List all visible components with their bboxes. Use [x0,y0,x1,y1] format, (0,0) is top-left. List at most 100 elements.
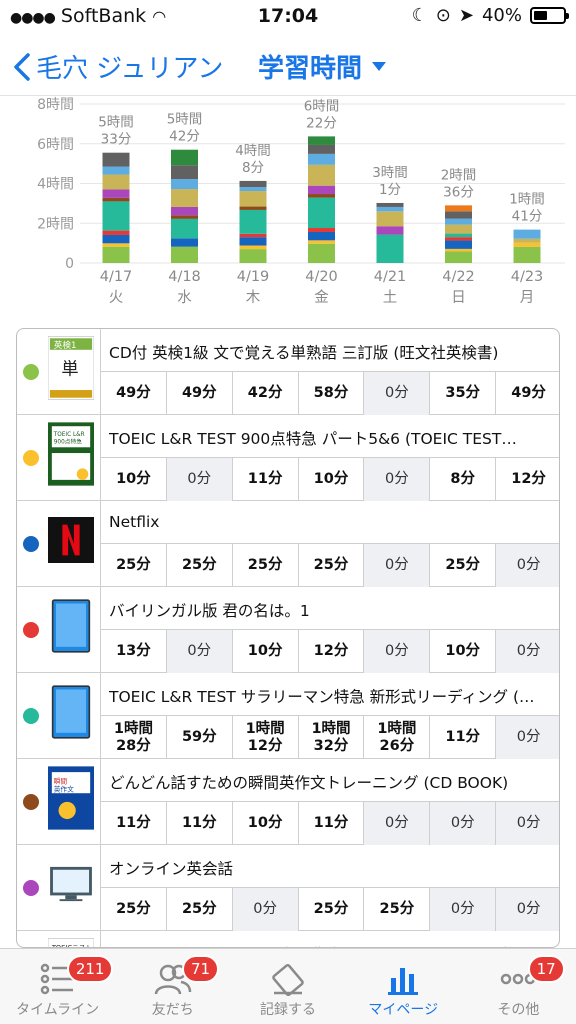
bar-segment [308,164,335,186]
material-title: どんどん話すための瞬間英作文トレーニング (CD BOOK) [109,774,509,792]
nav-bar: 毛穴 ジュリアン 学習時間 [0,34,576,96]
bar-segment [239,206,267,210]
bar-segment [376,211,404,227]
tab-label: その他 [497,1002,540,1018]
material-title: TOEIC L&R TEST 900点特急 パート5&6 (TOEIC TEST… [109,430,517,448]
y-tick-label: 6時間 [37,137,74,153]
bar-segment [239,233,267,238]
bar-segment [513,238,541,243]
bar-segment [171,206,198,216]
bar-segment [308,243,335,263]
bar-segment [171,189,198,207]
bar-segment [376,206,404,212]
material-item[interactable]: 瞬間 英作文 どんどん話すための瞬間英作文トレーニング (CD BOOK) 11分 11… [17,759,559,845]
material-thumb-column: 英検1 単 [17,329,101,415]
daily-time-cell: 8分 [430,458,497,501]
tab-label: 記録する [260,1002,316,1018]
back-button[interactable]: 毛穴 ジュリアン [12,48,223,85]
x-tick-weekday: 土 [383,289,398,306]
notification-badge: 211 [66,955,114,983]
tab-friends[interactable]: 友だち 71 [115,949,230,1024]
daily-time-cell: 0分 [496,888,559,931]
x-tick-date: 4/20 [305,269,338,285]
bar-segment [239,191,267,207]
bar-segment [239,249,267,263]
bar-segment [102,234,130,244]
x-tick-weekday: 日 [451,290,466,306]
x-tick-date: 4/18 [168,269,201,285]
bar-segment [445,251,472,263]
material-item[interactable]: TOEIC L&R TEST サラリーマン特急 新形式リーディング (… 1時間 … [17,673,559,759]
daily-time-cell: 11分 [167,802,233,845]
daily-time-cell: 49分 [101,372,167,415]
material-item[interactable]: 英検1 単 CD付 英検1級 文で覚える単熟語 三訂版 (旺文社英検書) 49分 49分… [17,329,559,415]
material-item[interactable]: バイリンガル版 君の名は。1 13分 0分 10分 12分 0分 10分 0分 [17,587,559,673]
daily-time-cell: 0分 [166,458,233,501]
record-icon [268,961,308,997]
chevron-left-icon [14,52,30,81]
tab-bar: タイムライン 211 友だち 71 記録する マイページ その他 17 [0,948,576,1024]
daily-time-cell: 1時間 12分 [233,716,299,759]
bar-segment [445,211,472,219]
period-selector[interactable]: 学習時間 [258,48,387,85]
tab-record[interactable]: 記録する [230,949,345,1024]
bar-segment [308,240,335,244]
daily-time-cell: 1時間 32分 [299,716,365,759]
bar-segment [171,165,198,180]
total-label-minutes: 41分 [512,209,543,225]
bar-segment [445,248,472,252]
bar-segment [445,233,472,238]
color-dot [23,622,39,638]
material-item[interactable]: TOEIC L&R 900点特急 TOEIC L&R TEST 900点特急 パート… [17,415,559,501]
bar-segment [239,187,267,192]
bar-segment [445,218,472,225]
total-label-minutes: 1分 [379,182,401,198]
total-label-hours: 3時間 [372,165,408,181]
material-item[interactable]: TOEICテストTOEIC(R)テスト 新形式精選模試 リスニング(CD-ROM… [17,931,559,947]
y-tick-label: 0 [65,256,74,272]
material-title: CD付 英検1級 文で覚える単熟語 三訂版 (旺文社英検書) [109,344,499,362]
total-label-hours: 1時間 [509,192,545,208]
monitor-icon [47,851,95,917]
caret-down-icon [372,62,387,71]
color-dot [23,794,39,810]
tab-label: 友だち [151,1002,194,1018]
daily-time-cell: 0分 [496,630,559,673]
x-tick-weekday: 金 [314,289,329,306]
daily-time-row: 49分 49分 42分 58分 0分 35分 49分 [101,371,559,415]
daily-time-cell: 49分 [511,385,546,401]
daily-time-cell: 11分 [299,802,365,845]
x-tick-date: 4/21 [374,269,407,285]
tab-mypage[interactable]: マイページ [346,949,461,1024]
material-item[interactable]: Netflix 25分 25分 25分 25分 0分 25分 0分 [17,501,559,587]
daily-time-cell: 11分 [430,716,497,759]
total-label-hours: 6時間 [304,98,340,114]
material-thumb-column [17,673,101,759]
daily-time-row: 13分 0分 10分 12分 0分 10分 0分 [101,629,559,673]
bar-segment [102,166,130,175]
total-label-minutes: 8分 [242,160,264,176]
y-tick-label: 2時間 [37,216,74,232]
material-title: Netflix [109,513,160,531]
daily-time-cell: 11分 [233,458,299,501]
material-item[interactable]: オンライン英会話 25分 25分 0分 25分 25分 0分 0分 [17,845,559,931]
tab-more[interactable]: その他 17 [461,949,576,1024]
material-thumb-column [17,587,101,673]
tab-timeline[interactable]: タイムライン 211 [0,949,115,1024]
mypage-icon [383,961,423,997]
bar-segment [102,174,130,190]
x-tick-weekday: 火 [109,290,124,306]
daily-time-cell: 25分 [167,544,233,587]
daily-time-row: 25分 25分 25分 25分 0分 25分 0分 [101,543,559,587]
material-thumb-column [17,501,101,587]
bar-segment [102,197,130,202]
bar-segment [239,209,267,234]
bar-segment [102,243,130,247]
bar-segment [308,185,335,195]
daily-time-cell: 10分 [233,802,299,845]
daily-time-cell: 0分 [364,458,431,501]
daily-time-cell: 1時間 26分 [364,716,431,759]
bar-segment [171,218,198,239]
total-label-minutes: 33分 [101,132,132,148]
daily-time-cell: 0分 [364,544,431,587]
